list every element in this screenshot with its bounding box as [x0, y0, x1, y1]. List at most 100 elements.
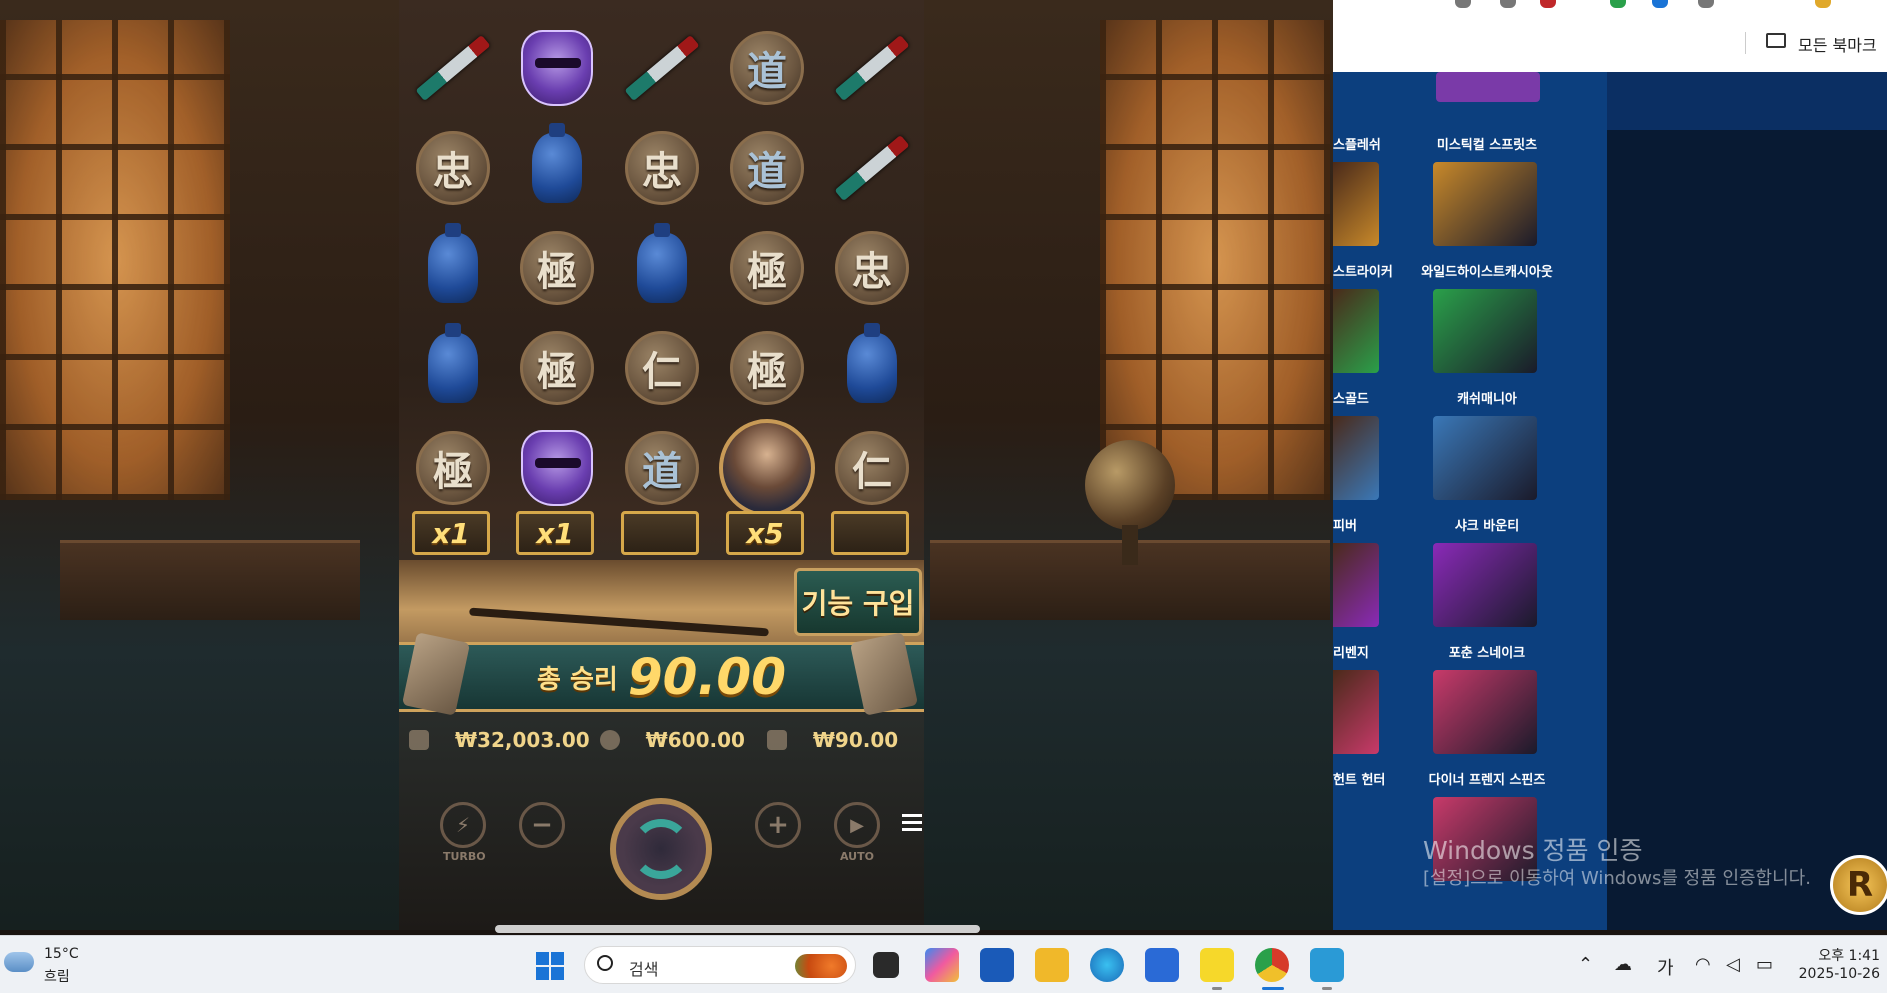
multiplier-slot-1: x1: [412, 511, 490, 555]
kanji-symbol: 極: [520, 231, 594, 305]
search-icon: [597, 955, 613, 971]
reel-cell: [614, 220, 710, 316]
auto-label: AUTO: [840, 850, 874, 863]
game-title-partial[interactable]: 스골드: [1333, 388, 1369, 407]
edge-icon[interactable]: [1090, 948, 1124, 982]
feature-buy-button[interactable]: 기능 구입: [794, 568, 922, 636]
battery-icon[interactable]: ▭: [1756, 954, 1773, 975]
avatar[interactable]: [1815, 0, 1831, 8]
game-title-partial[interactable]: 스트라이커: [1333, 261, 1393, 280]
chevron-up-icon[interactable]: ⌃: [1578, 954, 1593, 975]
all-bookmarks-link[interactable]: 모든 북마크: [1798, 32, 1877, 56]
game-title[interactable]: 샤크 바운티: [1402, 515, 1572, 534]
spin-arrows-icon: [631, 819, 691, 879]
decrease-bet-button[interactable]: −: [519, 802, 565, 848]
reel-grid[interactable]: 道忠忠道極極忠極仁極極道仁: [399, 0, 924, 517]
game-title-partial[interactable]: 헌트 헌터: [1333, 769, 1385, 788]
reel-cell: 極: [719, 220, 815, 316]
game-tile-partial[interactable]: [1333, 670, 1379, 754]
zoom-icon[interactable]: [1500, 0, 1516, 8]
dagger-icon: [834, 134, 910, 202]
clock-time[interactable]: 오후 1:41: [1810, 945, 1880, 965]
kanji-symbol: 忠: [416, 131, 490, 205]
file-explorer-icon[interactable]: [1035, 948, 1069, 982]
scroll-decoration-right: [849, 632, 919, 716]
bookmark-star-icon[interactable]: [1540, 0, 1556, 8]
game-title[interactable]: 와일드하이스트캐시아웃: [1402, 261, 1572, 280]
game-tile[interactable]: [1433, 162, 1537, 246]
profile-sync-icon[interactable]: [1652, 0, 1668, 8]
clock-date[interactable]: 2025-10-26: [1790, 966, 1880, 982]
spin-button[interactable]: [610, 798, 712, 900]
reel-cell: [824, 320, 920, 416]
game-tile-partial[interactable]: [1333, 289, 1379, 373]
turbo-button[interactable]: ⚡: [440, 802, 486, 848]
control-bar: ⚡ TURBO − + ▶ AUTO: [399, 790, 924, 930]
weather-description[interactable]: 흐림: [44, 966, 70, 986]
bet-stat[interactable]: ₩600.00: [590, 728, 757, 752]
dagger-icon: [415, 34, 491, 102]
game-tile[interactable]: [1433, 416, 1537, 500]
kanji-symbol: 極: [730, 331, 804, 405]
reel-cell: [614, 20, 710, 116]
slot-game[interactable]: 道忠忠道極極忠極仁極極道仁 x1 x1 x5 기능 구입 총 승리 90.00 …: [399, 0, 924, 930]
game-title-partial[interactable]: 스플레쉬: [1333, 134, 1381, 153]
stats-row: ₩32,003.00 ₩600.00 ₩90.00: [399, 718, 924, 762]
weather-temperature[interactable]: 15°C: [44, 946, 79, 962]
side-panel-icon[interactable]: [1698, 0, 1714, 8]
start-button[interactable]: [536, 952, 564, 980]
chrome-icon[interactable]: [1255, 948, 1289, 982]
reel-cell: 極: [719, 320, 815, 416]
game-tile[interactable]: [1433, 543, 1537, 627]
kakaotalk-running-indicator: [1212, 987, 1222, 990]
task-view-icon[interactable]: [873, 952, 899, 978]
wallet-icon: [409, 730, 429, 750]
game-title-partial[interactable]: 리벤지: [1333, 642, 1369, 661]
game-title[interactable]: 포춘 스네이크: [1402, 642, 1572, 661]
game-tile-partial[interactable]: [1333, 416, 1379, 500]
copilot-icon[interactable]: [925, 948, 959, 982]
game-title[interactable]: 캐쉬매니아: [1402, 388, 1572, 407]
horizontal-scrollbar[interactable]: [495, 925, 980, 933]
kakaotalk-icon[interactable]: [1200, 948, 1234, 982]
hamburger-menu-icon[interactable]: [902, 810, 922, 835]
kanji-symbol: 忠: [835, 231, 909, 305]
coin-stack-icon: [599, 730, 620, 750]
bet-value: ₩600.00: [645, 728, 745, 752]
kanji-symbol: 極: [416, 431, 490, 505]
total-win-label: 총 승리: [537, 664, 618, 695]
ime-indicator[interactable]: 가: [1657, 954, 1674, 980]
game-title-partial[interactable]: 피버: [1333, 515, 1357, 534]
cloud-off-icon[interactable]: ☁: [1614, 954, 1632, 975]
kanji-symbol: 道: [730, 131, 804, 205]
game-tile-mystical-spirits-top[interactable]: [1436, 72, 1540, 102]
casino-header-strip: [1607, 72, 1887, 130]
store-icon[interactable]: [980, 948, 1014, 982]
reel-cell: 道: [719, 20, 815, 116]
speaker-icon[interactable]: ◁: [1726, 954, 1740, 975]
game-tile[interactable]: [1433, 670, 1537, 754]
game-tile-partial[interactable]: [1333, 162, 1379, 246]
taskbar-search[interactable]: 검색: [584, 946, 856, 984]
game-title[interactable]: 미스틱컬 스프릿츠: [1402, 134, 1572, 153]
todo-icon[interactable]: [1145, 948, 1179, 982]
game-tile-partial[interactable]: [1333, 543, 1379, 627]
desk-left: [60, 540, 360, 620]
reel-cell: 極: [509, 220, 605, 316]
win-stat: ₩90.00: [757, 728, 924, 752]
notepad-icon[interactable]: [1310, 948, 1344, 982]
floating-badge[interactable]: R: [1830, 855, 1887, 915]
cloud-icon[interactable]: [4, 952, 34, 972]
extension-green-icon[interactable]: [1610, 0, 1626, 8]
extension-icon[interactable]: [1455, 0, 1471, 8]
game-tile[interactable]: [1433, 289, 1537, 373]
shoji-window-right: [1100, 20, 1330, 500]
plus-icon: +: [767, 810, 789, 840]
game-title[interactable]: 다이너 프렌지 스핀즈: [1402, 769, 1572, 788]
reel-cell: [405, 20, 501, 116]
autoplay-button[interactable]: ▶: [834, 802, 880, 848]
sake-vase-icon: [532, 123, 582, 203]
wifi-icon[interactable]: ◠: [1695, 954, 1711, 975]
increase-bet-button[interactable]: +: [755, 802, 801, 848]
shoji-window-left: [0, 20, 230, 500]
